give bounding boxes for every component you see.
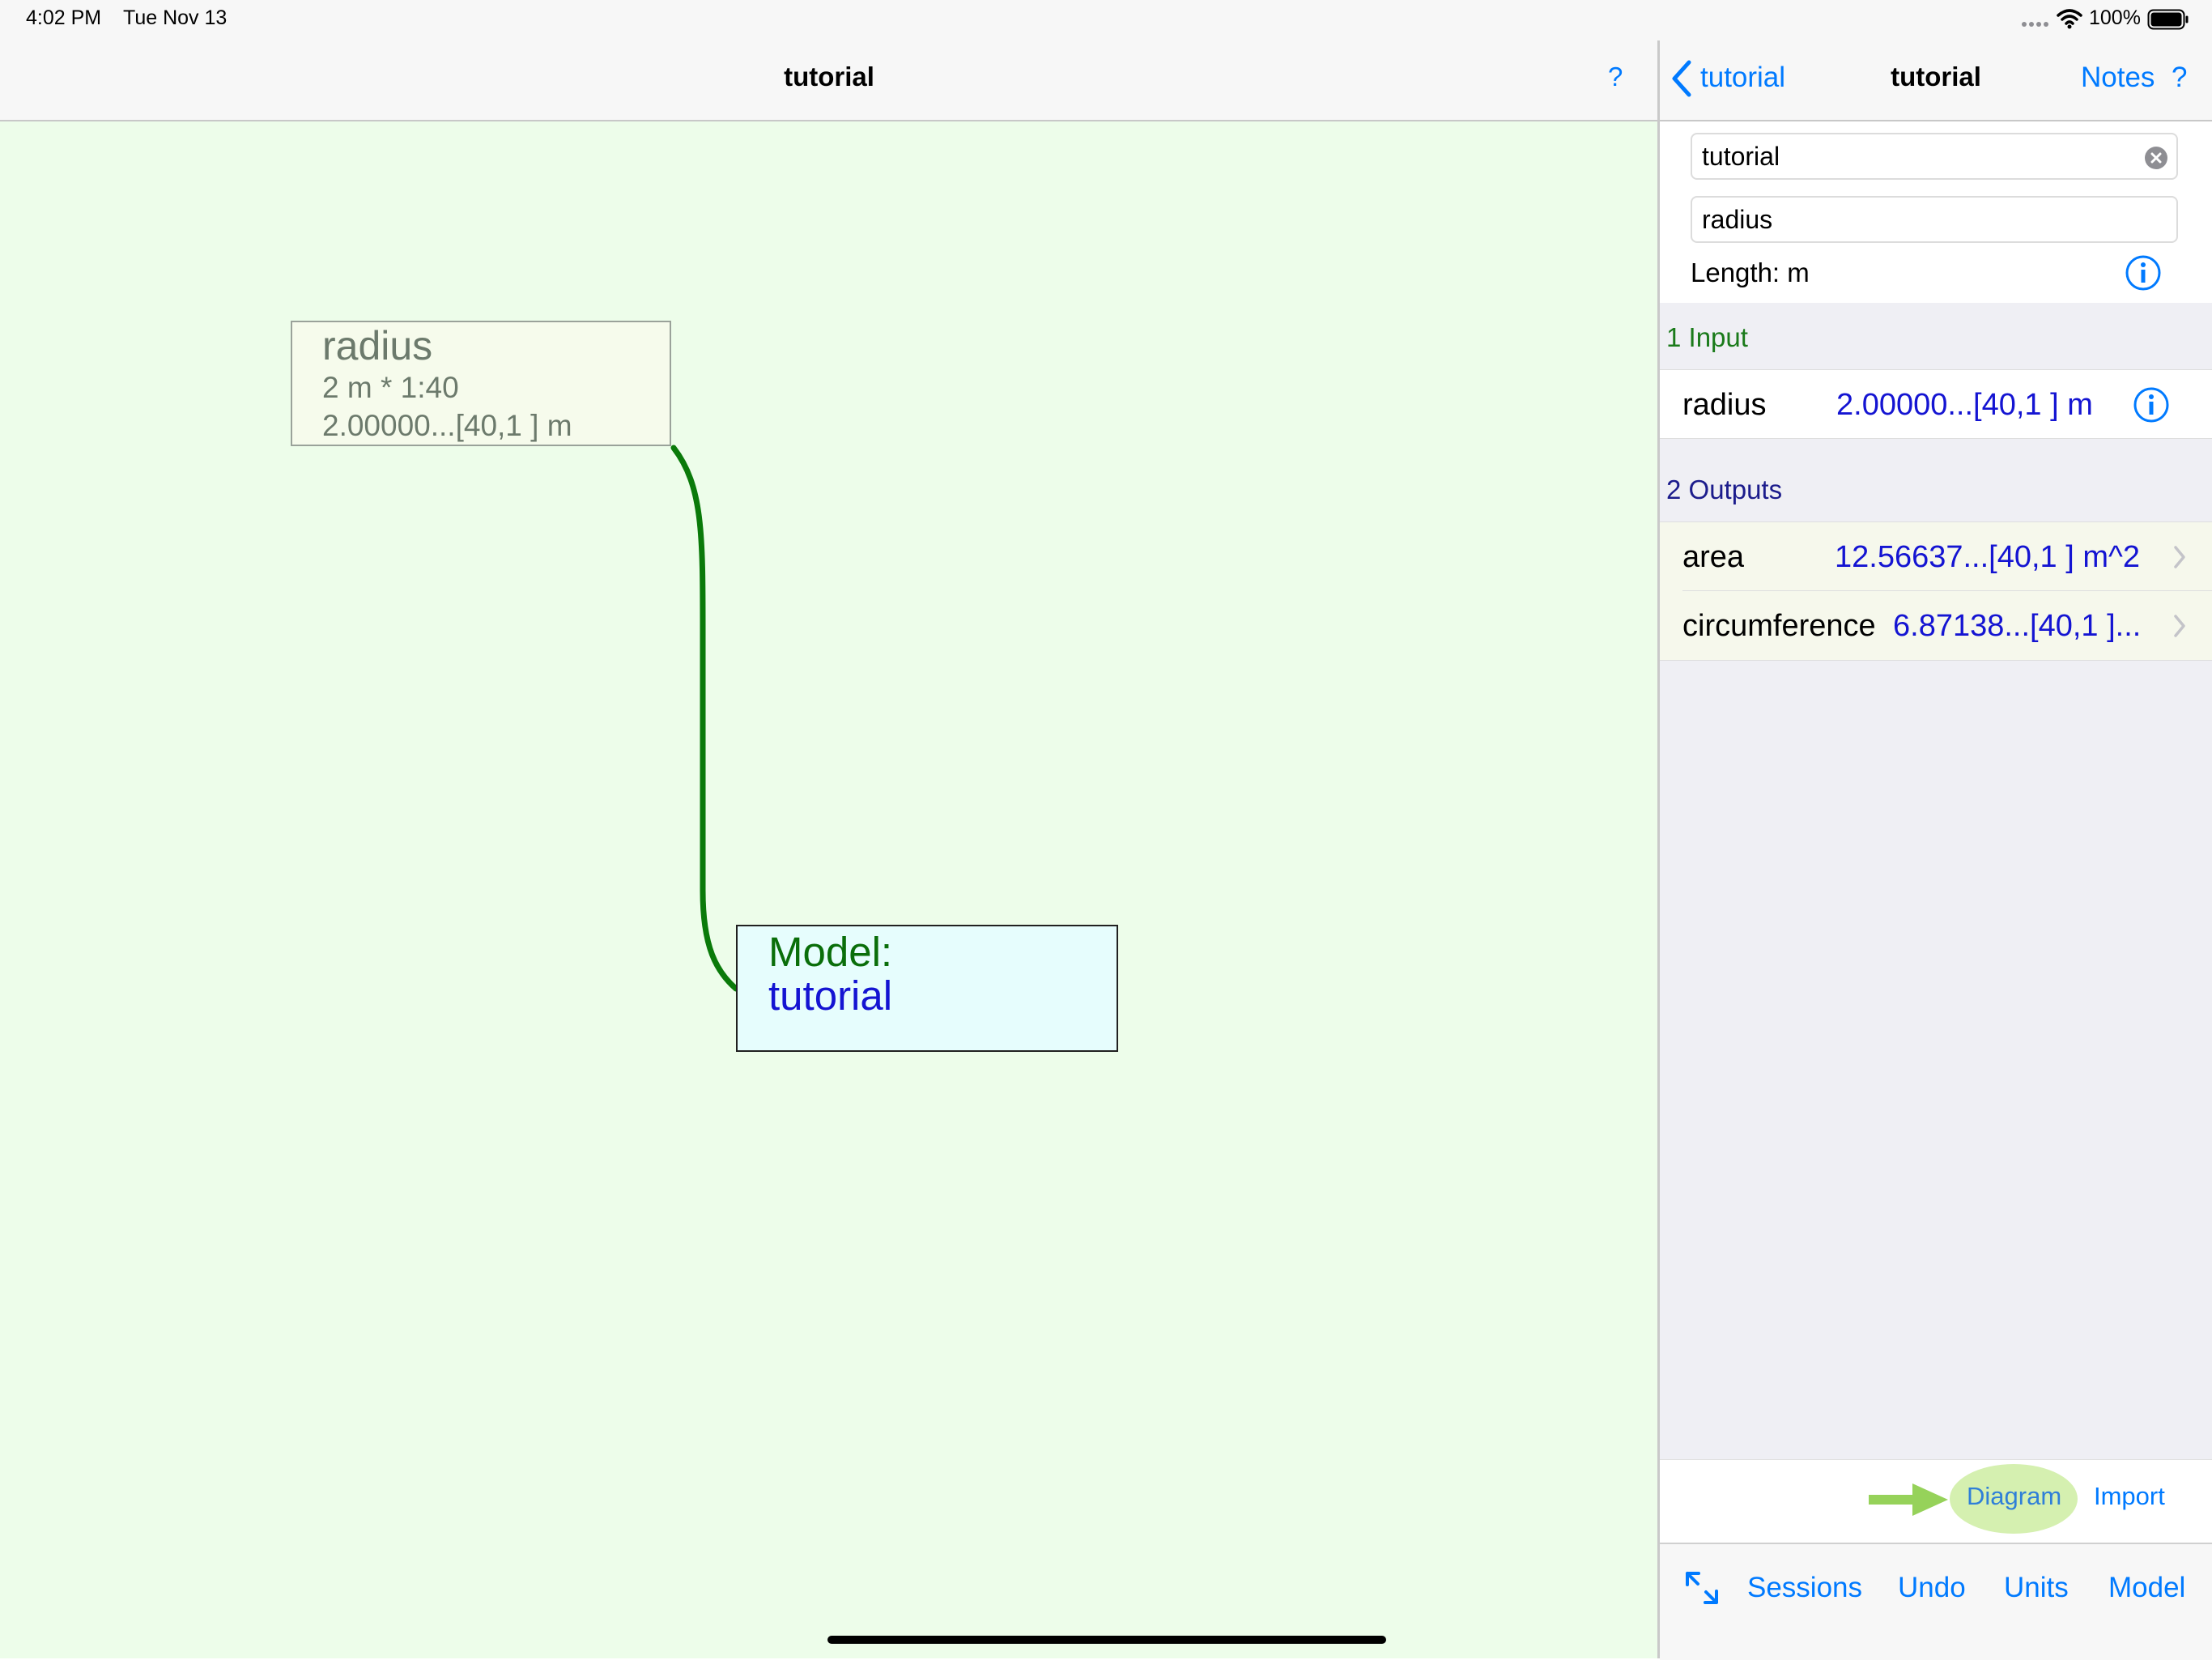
variable-name-field[interactable]	[1691, 196, 2178, 243]
sessions-button[interactable]: Sessions	[1747, 1572, 1862, 1604]
unit-label: Length: m	[1691, 258, 1810, 287]
radius-node[interactable]: radius 2 m * 1:40 2.00000...[40,1 ] m	[291, 321, 671, 446]
output-name: circumference	[1682, 609, 1876, 643]
model-button[interactable]: Model	[2108, 1572, 2185, 1604]
output-row-area[interactable]: area 12.56637...[40,1 ] m^2	[1660, 521, 2212, 591]
output-name: area	[1682, 540, 1745, 574]
inspector-pane: tutorial tutorial Notes ? Length: m 1 In…	[1660, 0, 2212, 1660]
chevron-right-icon	[2174, 546, 2185, 568]
inputs-section-header: 1 Input	[1666, 322, 1748, 352]
radius-node-value: 2.00000...[40,1 ] m	[322, 409, 572, 442]
battery-percent: 100%	[2089, 6, 2141, 29]
input-value: 2.00000...[40,1 ] m	[1836, 388, 2093, 422]
battery-icon	[2147, 9, 2189, 30]
output-value: 6.87138...[40,1 ]...	[1893, 609, 2142, 643]
output-row-circumference[interactable]: circumference 6.87138...[40,1 ]...	[1660, 591, 2212, 661]
expand-icon[interactable]	[1682, 1568, 1721, 1607]
info-icon[interactable]	[2133, 386, 2170, 424]
output-value: 12.56637...[40,1 ] m^2	[1835, 540, 2140, 574]
model-name-field[interactable]	[1691, 133, 2178, 180]
outputs-section-header: 2 Outputs	[1666, 475, 1783, 504]
model-node-label: Model:	[768, 929, 893, 975]
input-name: radius	[1682, 388, 1767, 422]
status-bar: 4:02 PM Tue Nov 13 100%	[0, 0, 2212, 40]
model-node[interactable]: Model: tutorial	[736, 925, 1118, 1052]
arrow-right-icon	[1869, 1483, 1948, 1516]
chevron-right-icon	[2174, 615, 2185, 637]
diagram-pane[interactable]: tutorial ? radius 2 m * 1:40 2.00000...[…	[0, 0, 1658, 1658]
diagram-button[interactable]: Diagram	[1967, 1482, 2061, 1511]
wifi-icon	[2057, 9, 2082, 29]
import-button[interactable]: Import	[2094, 1482, 2165, 1511]
notes-button[interactable]: Notes	[2081, 62, 2155, 94]
inspector-help-button[interactable]: ?	[2172, 62, 2187, 94]
clear-text-icon[interactable]	[2144, 146, 2168, 170]
radius-node-title: radius	[322, 323, 433, 368]
home-indicator	[827, 1636, 1386, 1644]
model-node-name: tutorial	[768, 973, 893, 1019]
status-date: Tue Nov 13	[123, 6, 228, 29]
radius-node-formula: 2 m * 1:40	[322, 371, 459, 404]
units-button[interactable]: Units	[2004, 1572, 2069, 1604]
input-row-radius[interactable]: radius 2.00000...[40,1 ] m	[1660, 369, 2212, 439]
variable-form: Length: m	[1660, 121, 2212, 303]
cellular-signal-icon	[2022, 22, 2048, 27]
undo-button[interactable]: Undo	[1898, 1572, 1966, 1604]
info-icon[interactable]	[2125, 254, 2162, 292]
diagram-connector	[670, 445, 739, 992]
split-divider[interactable]	[1657, 0, 1660, 1658]
main-toolbar: Sessions Undo Units Model	[1660, 1543, 2212, 1660]
status-time: 4:02 PM	[26, 6, 102, 29]
